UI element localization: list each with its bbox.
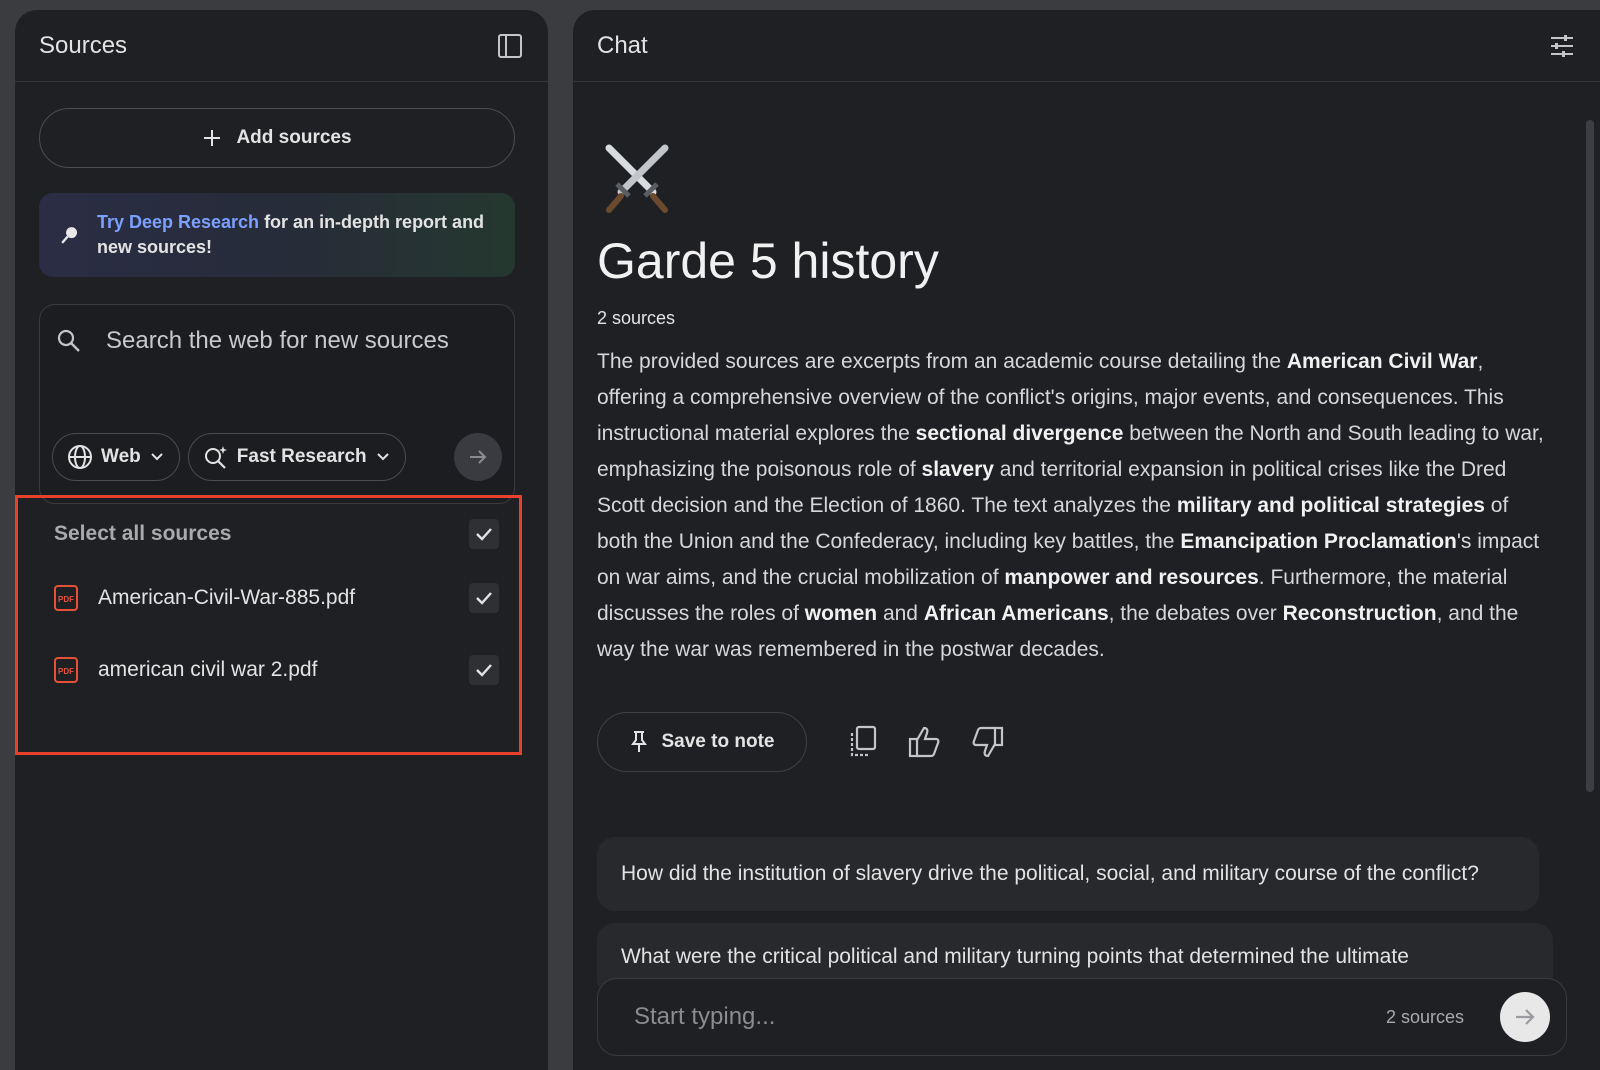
summary-text: The provided sources are excerpts from a…: [597, 350, 1287, 373]
chat-scrollbar[interactable]: [1586, 120, 1594, 792]
chat-title: Chat: [597, 31, 648, 59]
checkmark-icon: [476, 528, 492, 541]
pdf-icon: PDF: [54, 585, 78, 611]
globe-icon: [68, 445, 92, 469]
source-count: 2 sources: [597, 308, 676, 328]
web-dropdown[interactable]: Web: [52, 433, 180, 481]
plus-icon: [204, 130, 221, 146]
select-all-checkbox[interactable]: [469, 519, 499, 549]
source-filename: American-Civil-War-885.pdf: [98, 586, 356, 609]
summary-emphasis: manpower and resources: [1004, 566, 1259, 589]
deep-research-text: Try Deep Research for an in-depth report…: [97, 210, 495, 260]
deep-research-banner[interactable]: Try Deep Research for an in-depth report…: [39, 193, 515, 277]
select-all-row[interactable]: Select all sources: [54, 516, 499, 552]
chat-panel: Chat Garde 5 history 2 sources The provi…: [573, 10, 1600, 1070]
summary-emphasis: slavery: [921, 458, 994, 481]
save-to-note-label: Save to note: [661, 731, 775, 752]
svg-text:PDF: PDF: [58, 667, 74, 676]
settings-sliders-icon[interactable]: [1546, 30, 1578, 62]
pin-icon: [630, 731, 647, 752]
summary-emphasis: American Civil War: [1286, 350, 1478, 373]
sources-title: Sources: [39, 31, 128, 59]
crossed-swords-icon: [597, 140, 677, 220]
add-sources-button[interactable]: Add sources: [39, 108, 515, 168]
suggested-question[interactable]: How did the institution of slavery drive…: [597, 837, 1539, 911]
chat-header: Chat: [573, 10, 1600, 82]
source-checkbox[interactable]: [469, 655, 499, 685]
source-filename: american civil war 2.pdf: [98, 658, 318, 681]
notebook-summary: The provided sources are excerpts from a…: [597, 344, 1547, 668]
collapse-panel-icon[interactable]: [494, 30, 526, 62]
sources-panel: Sources Add sources Try Deep Research fo…: [15, 10, 548, 1070]
source-selection-list: Select all sources PDF American-Civil-Wa…: [15, 495, 522, 755]
chat-input[interactable]: Start typing...: [634, 1003, 1386, 1031]
add-sources-label: Add sources: [236, 127, 352, 148]
composer-source-count: 2 sources: [1385, 1006, 1464, 1027]
checkmark-icon: [476, 592, 492, 605]
summary-text: , the debates over: [1108, 602, 1283, 625]
select-all-label: Select all sources: [54, 522, 232, 545]
sparkle-search-icon: [204, 446, 227, 469]
save-to-note-button[interactable]: Save to note: [597, 712, 807, 772]
summary-emphasis: women: [804, 602, 878, 625]
summary-text: and: [877, 602, 924, 625]
chevron-down-icon: [151, 453, 163, 461]
svg-text:PDF: PDF: [58, 595, 74, 604]
research-chip-label: Fast Research: [236, 446, 367, 467]
source-checkbox[interactable]: [469, 583, 499, 613]
pdf-icon: PDF: [54, 657, 78, 683]
send-button[interactable]: [1500, 992, 1550, 1042]
checkmark-icon: [476, 664, 492, 677]
notebook-title: Garde 5 history: [597, 233, 939, 289]
source-item[interactable]: PDF American-Civil-War-885.pdf: [54, 580, 499, 616]
thumbs-up-icon[interactable]: [905, 722, 945, 762]
search-icon: [57, 329, 80, 352]
web-search-card: Search the web for new sources Web Fast …: [39, 304, 515, 504]
response-actions: Save to note: [597, 712, 1007, 772]
deep-research-link[interactable]: Try Deep Research: [97, 212, 259, 232]
arrow-right-icon: [470, 450, 487, 464]
sources-header: Sources: [15, 10, 548, 82]
thumbs-down-icon[interactable]: [967, 722, 1007, 762]
web-chip-label: Web: [101, 446, 141, 467]
arrow-right-icon: [1516, 1009, 1535, 1025]
chat-composer: Start typing... 2 sources: [597, 978, 1567, 1056]
summary-emphasis: Reconstruction: [1282, 602, 1437, 625]
summary-emphasis: sectional divergence: [915, 422, 1124, 445]
research-mode-dropdown[interactable]: Fast Research: [187, 433, 406, 481]
source-item[interactable]: PDF american civil war 2.pdf: [54, 652, 499, 688]
chevron-down-icon: [376, 453, 389, 461]
magnifier-icon: [61, 227, 78, 244]
search-input[interactable]: Search the web for new sources: [106, 327, 449, 355]
summary-emphasis: African Americans: [923, 602, 1109, 625]
summary-emphasis: Emancipation Proclamation: [1180, 530, 1457, 553]
search-submit-button[interactable]: [454, 433, 502, 481]
summary-emphasis: military and political strategies: [1176, 494, 1485, 517]
copy-icon[interactable]: [843, 722, 883, 762]
